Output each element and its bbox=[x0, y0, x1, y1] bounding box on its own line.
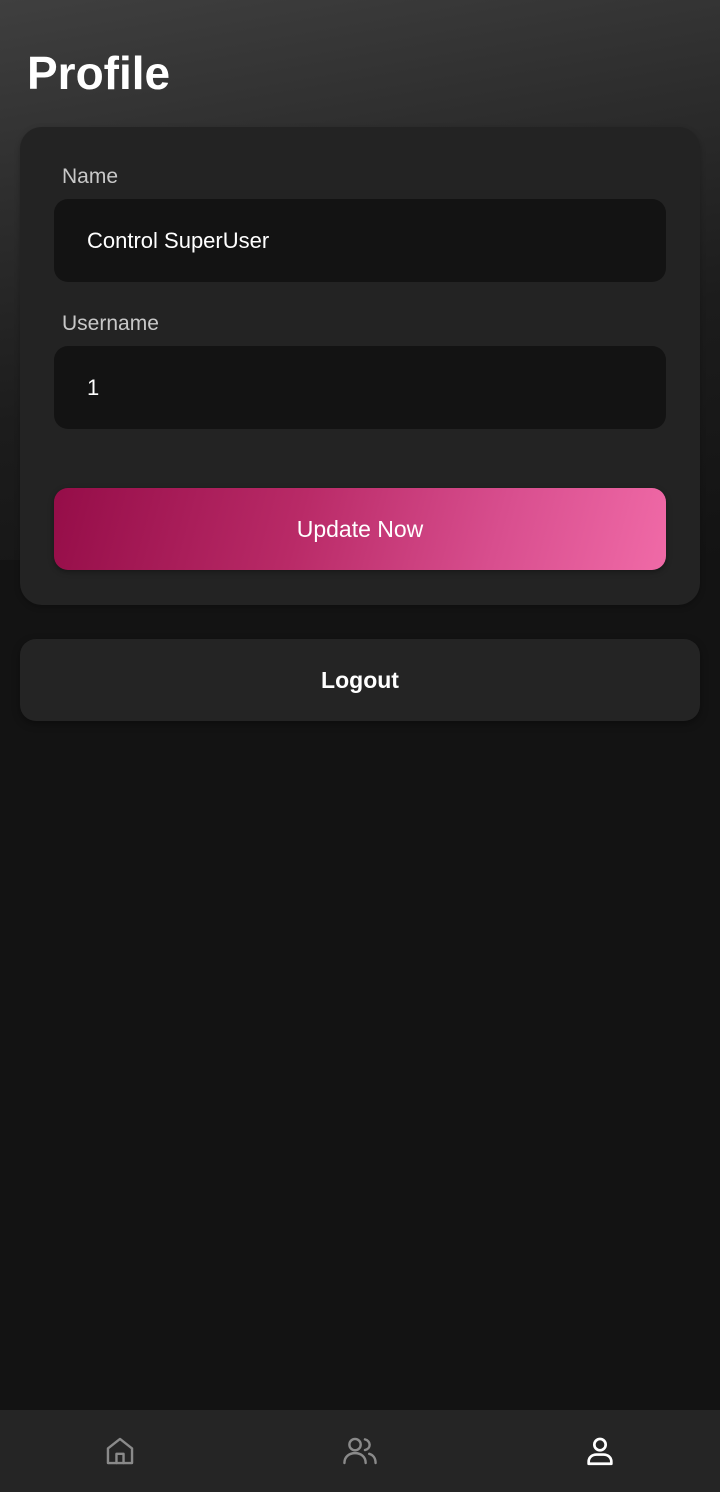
username-field[interactable] bbox=[54, 346, 666, 429]
username-label: Username bbox=[62, 312, 159, 335]
nav-item-home[interactable] bbox=[0, 1410, 240, 1492]
profile-form-card: Name Username Update Now bbox=[20, 127, 700, 605]
page-title: Profile bbox=[27, 47, 171, 99]
nav-item-profile[interactable] bbox=[480, 1410, 720, 1492]
bottom-navigation bbox=[0, 1410, 720, 1492]
user-icon bbox=[587, 1437, 613, 1466]
logout-button[interactable]: Logout bbox=[20, 639, 700, 721]
update-now-button[interactable]: Update Now bbox=[54, 488, 666, 570]
nav-item-users[interactable] bbox=[240, 1410, 480, 1492]
name-label: Name bbox=[62, 165, 119, 188]
name-field[interactable] bbox=[54, 199, 666, 282]
users-icon bbox=[343, 1437, 377, 1465]
home-icon bbox=[106, 1437, 134, 1465]
